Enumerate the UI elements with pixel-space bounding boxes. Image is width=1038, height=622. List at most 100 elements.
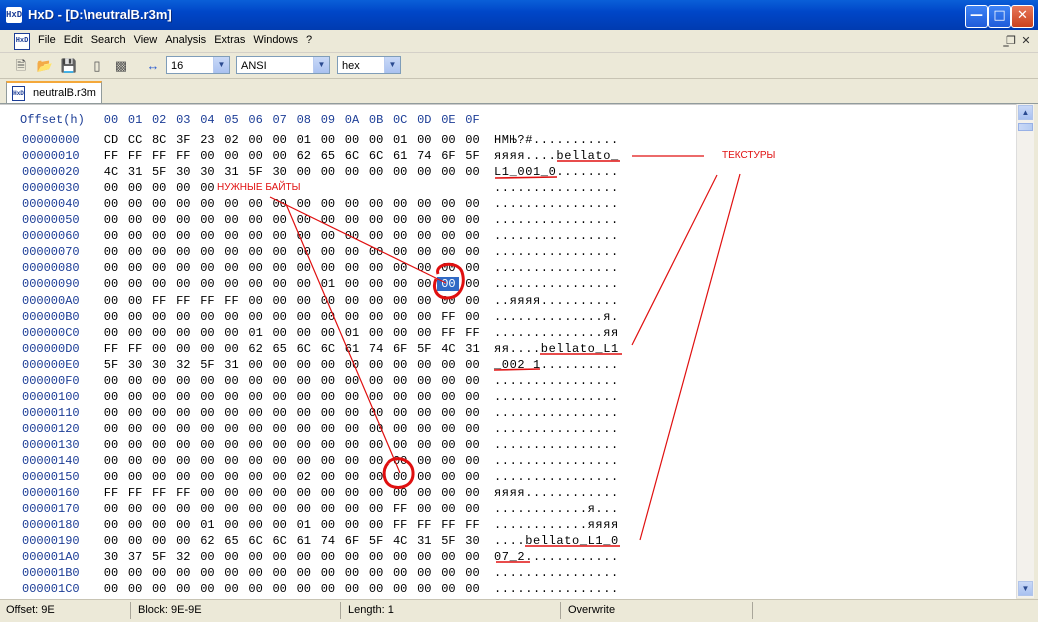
ascii-text[interactable]: ................ (494, 181, 619, 195)
byte-cell[interactable]: 00 (317, 454, 339, 468)
byte-cell[interactable]: 00 (100, 518, 122, 532)
ascii-text[interactable]: ................ (494, 438, 619, 452)
byte-cell[interactable]: 00 (389, 310, 411, 324)
byte-cell[interactable]: 00 (341, 438, 363, 452)
byte-cell[interactable]: 00 (100, 326, 122, 340)
byte-cell[interactable]: 00 (196, 454, 218, 468)
byte-cell[interactable]: 00 (269, 566, 291, 580)
byte-cell[interactable]: 00 (245, 566, 267, 580)
byte-cell[interactable]: 00 (365, 374, 387, 388)
byte-cell[interactable]: 00 (221, 470, 243, 484)
byte-cell[interactable]: 00 (413, 197, 435, 211)
byte-cell[interactable]: 30 (196, 165, 218, 179)
byte-cell[interactable]: 00 (221, 374, 243, 388)
byte-cell[interactable]: 00 (124, 422, 146, 436)
menu-item-edit[interactable]: Edit (60, 34, 87, 46)
open-folder-icon[interactable]: 📂 (36, 57, 54, 75)
byte-cell[interactable]: 00 (196, 566, 218, 580)
byte-cell[interactable]: 00 (317, 261, 339, 275)
chevron-down-icon[interactable]: ▼ (313, 57, 329, 73)
byte-cell[interactable]: 00 (100, 566, 122, 580)
byte-cell[interactable]: 00 (413, 582, 435, 596)
byte-cell[interactable]: 00 (293, 326, 315, 340)
byte-cell[interactable]: 00 (221, 326, 243, 340)
byte-cell[interactable]: 31 (462, 342, 484, 356)
byte-cell[interactable]: FF (100, 149, 122, 163)
byte-cell[interactable]: 00 (221, 277, 243, 291)
byte-cell[interactable]: 00 (413, 550, 435, 564)
byte-cell[interactable]: 00 (100, 294, 122, 308)
ascii-text[interactable]: ..яяяя.......... (494, 294, 619, 308)
byte-cell[interactable]: 00 (172, 213, 194, 227)
byte-cell[interactable]: 00 (389, 470, 411, 484)
byte-cell[interactable]: 00 (269, 229, 291, 243)
menu-item-windows[interactable]: Windows (249, 34, 302, 46)
byte-cell[interactable]: 00 (293, 229, 315, 243)
byte-cell[interactable]: 00 (437, 294, 459, 308)
byte-cell[interactable]: 00 (462, 582, 484, 596)
byte-cell[interactable]: 00 (221, 261, 243, 275)
byte-cell[interactable]: 00 (413, 294, 435, 308)
byte-cell[interactable]: 00 (245, 213, 267, 227)
menu-item-help[interactable]: ? (302, 34, 316, 46)
byte-cell[interactable]: 00 (124, 277, 146, 291)
byte-cell[interactable]: 00 (341, 261, 363, 275)
byte-cell[interactable]: 00 (124, 229, 146, 243)
byte-cell[interactable]: 00 (172, 518, 194, 532)
byte-cell[interactable]: 4C (437, 342, 459, 356)
byte-cell[interactable]: 00 (317, 374, 339, 388)
byte-cell[interactable]: 00 (365, 406, 387, 420)
byte-cell[interactable]: 00 (317, 358, 339, 372)
chevron-down-icon[interactable]: ▼ (384, 57, 400, 73)
byte-cell[interactable]: 00 (245, 229, 267, 243)
byte-cell[interactable]: 00 (341, 213, 363, 227)
byte-cell[interactable]: 00 (365, 390, 387, 404)
byte-cell[interactable]: 00 (148, 229, 170, 243)
byte-cell[interactable]: 00 (389, 422, 411, 436)
byte-cell[interactable]: 00 (172, 229, 194, 243)
byte-cell[interactable]: 00 (413, 277, 435, 291)
byte-cell[interactable]: 00 (196, 213, 218, 227)
byte-cell[interactable]: 00 (100, 422, 122, 436)
byte-cell[interactable]: 30 (269, 165, 291, 179)
byte-cell[interactable]: 00 (269, 374, 291, 388)
byte-cell[interactable]: 5F (100, 358, 122, 372)
byte-cell[interactable]: 00 (245, 582, 267, 596)
byte-cell[interactable]: 00 (148, 261, 170, 275)
byte-cell[interactable]: 00 (148, 582, 170, 596)
byte-cell[interactable]: 00 (365, 454, 387, 468)
byte-cell[interactable]: FF (413, 518, 435, 532)
byte-cell[interactable]: 00 (389, 294, 411, 308)
byte-cell[interactable]: 00 (221, 213, 243, 227)
byte-cell[interactable]: 00 (317, 406, 339, 420)
byte-cell[interactable]: 00 (172, 406, 194, 420)
byte-cell[interactable]: 00 (341, 566, 363, 580)
byte-cell[interactable]: 00 (148, 342, 170, 356)
byte-cell[interactable]: FF (437, 518, 459, 532)
byte-cell[interactable]: 00 (196, 310, 218, 324)
chevron-down-icon[interactable]: ▼ (213, 57, 229, 73)
byte-cell[interactable]: FF (148, 149, 170, 163)
byte-cell[interactable]: 00 (100, 197, 122, 211)
byte-cell[interactable]: 32 (172, 550, 194, 564)
byte-cell[interactable]: 00 (437, 390, 459, 404)
byte-cell[interactable]: 00 (413, 374, 435, 388)
byte-cell[interactable]: 00 (269, 454, 291, 468)
byte-cell[interactable]: 00 (462, 310, 484, 324)
byte-cell[interactable]: 00 (221, 149, 243, 163)
ascii-text[interactable]: ................ (494, 422, 619, 436)
byte-cell[interactable]: 00 (172, 277, 194, 291)
ascii-text[interactable]: ................ (494, 566, 619, 580)
byte-cell[interactable]: 00 (196, 470, 218, 484)
byte-cell[interactable]: 00 (221, 518, 243, 532)
byte-cell[interactable]: 00 (172, 261, 194, 275)
byte-cell[interactable]: FF (124, 486, 146, 500)
byte-cell[interactable]: 00 (365, 486, 387, 500)
byte-cell[interactable]: 5F (462, 149, 484, 163)
byte-cell[interactable]: 61 (293, 534, 315, 548)
byte-cell[interactable]: 00 (437, 197, 459, 211)
byte-cell[interactable]: 00 (389, 406, 411, 420)
byte-cell[interactable]: 00 (269, 486, 291, 500)
byte-cell[interactable]: 00 (389, 566, 411, 580)
byte-cell[interactable]: 00 (341, 390, 363, 404)
